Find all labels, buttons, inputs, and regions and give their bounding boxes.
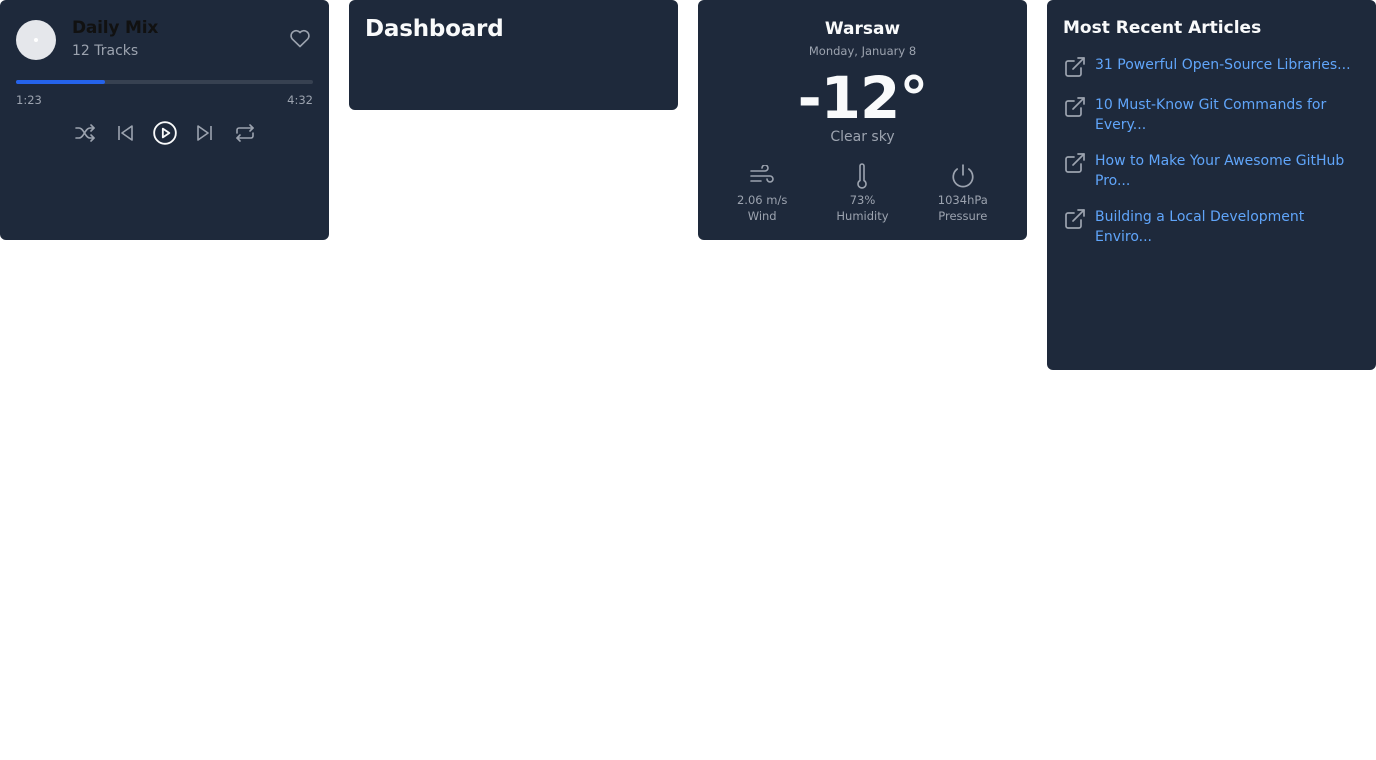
humidity-stat: 73% Humidity xyxy=(817,163,907,223)
article-link[interactable]: 31 Powerful Open-Source Libraries... xyxy=(1095,55,1351,75)
humidity-label: Humidity xyxy=(836,209,889,223)
article-item[interactable]: 31 Powerful Open-Source Libraries... xyxy=(1063,55,1360,79)
playback-controls xyxy=(16,119,313,147)
previous-button[interactable] xyxy=(111,119,139,147)
article-link[interactable]: 10 Must-Know Git Commands for Every... xyxy=(1095,95,1326,135)
progress-bar[interactable] xyxy=(16,80,313,84)
playlist-title: Daily Mix xyxy=(72,18,159,38)
weather-description: Clear sky xyxy=(830,129,895,145)
progress-fill xyxy=(16,80,106,84)
article-item[interactable]: Building a Local Development Enviro... xyxy=(1063,207,1360,247)
pressure-label: Pressure xyxy=(938,209,988,223)
article-link-line: Pro... xyxy=(1095,173,1131,189)
article-link-line: How to Make Your Awesome GitHub xyxy=(1095,153,1345,169)
weather-date: Monday, January 8 xyxy=(808,44,917,58)
current-time: 1:23 xyxy=(16,93,42,107)
wind-value: 2.06 m/s xyxy=(736,193,788,207)
external-link-icon xyxy=(1065,97,1085,117)
thermometer-icon xyxy=(857,163,868,189)
time-row: 1:23 4:32 xyxy=(16,93,313,107)
dashboard-title: Dashboard xyxy=(365,16,504,42)
external-link-icon xyxy=(1065,209,1085,229)
article-link-line: 31 Powerful Open-Source Libraries... xyxy=(1095,57,1351,73)
article-link[interactable]: How to Make Your Awesome GitHub Pro... xyxy=(1095,151,1344,191)
weather-temperature: -12° xyxy=(797,64,929,132)
next-icon xyxy=(196,125,212,141)
weather-card: Warsaw Monday, January 8 -12° Clear sky … xyxy=(698,0,1027,240)
play-button[interactable] xyxy=(151,119,179,147)
weather-stats: 2.06 m/s Wind 73% Humidity 1034hPa Press… xyxy=(712,163,1013,223)
article-link-line: Every... xyxy=(1095,117,1147,133)
power-icon xyxy=(952,164,974,188)
article-link-line: Building a Local Development Enviro... xyxy=(1095,209,1305,245)
humidity-value: 73% xyxy=(849,193,876,207)
heart-icon xyxy=(290,29,310,48)
player-header: Daily Mix 12 Tracks xyxy=(16,16,313,60)
articles-card: Most Recent Articles 31 Powerful Open-So… xyxy=(1047,0,1376,370)
wind-icon xyxy=(750,165,774,183)
article-link-line: 10 Must-Know Git Commands for xyxy=(1095,97,1327,113)
article-item[interactable]: 10 Must-Know Git Commands for Every... xyxy=(1063,95,1360,135)
article-link[interactable]: Building a Local Development Enviro... xyxy=(1095,207,1360,247)
shuffle-icon xyxy=(74,124,95,142)
pressure-value: 1034hPa xyxy=(937,193,988,207)
dashboard-card: Dashboard xyxy=(349,0,678,110)
external-link-icon xyxy=(1065,153,1085,173)
repeat-icon xyxy=(235,124,254,142)
weather-city: Warsaw xyxy=(824,19,901,39)
wind-label: Wind xyxy=(747,209,777,223)
previous-icon xyxy=(117,125,133,141)
articles-list: 31 Powerful Open-Source Libraries... 10 … xyxy=(1063,55,1360,247)
repeat-button[interactable] xyxy=(231,119,259,147)
album-cover xyxy=(16,20,56,60)
shuffle-button[interactable] xyxy=(71,119,99,147)
articles-title: Most Recent Articles xyxy=(1063,18,1262,38)
external-link-icon xyxy=(1065,57,1085,77)
pressure-stat: 1034hPa Pressure xyxy=(918,163,1008,223)
favorite-button[interactable] xyxy=(287,26,313,50)
total-time: 4:32 xyxy=(287,93,313,107)
article-item[interactable]: How to Make Your Awesome GitHub Pro... xyxy=(1063,151,1360,191)
next-button[interactable] xyxy=(191,119,219,147)
track-count: 12 Tracks xyxy=(72,43,139,59)
music-player-card: Daily Mix 12 Tracks 1:23 4:32 xyxy=(0,0,329,240)
wind-stat: 2.06 m/s Wind xyxy=(717,163,807,223)
play-icon xyxy=(152,121,177,145)
